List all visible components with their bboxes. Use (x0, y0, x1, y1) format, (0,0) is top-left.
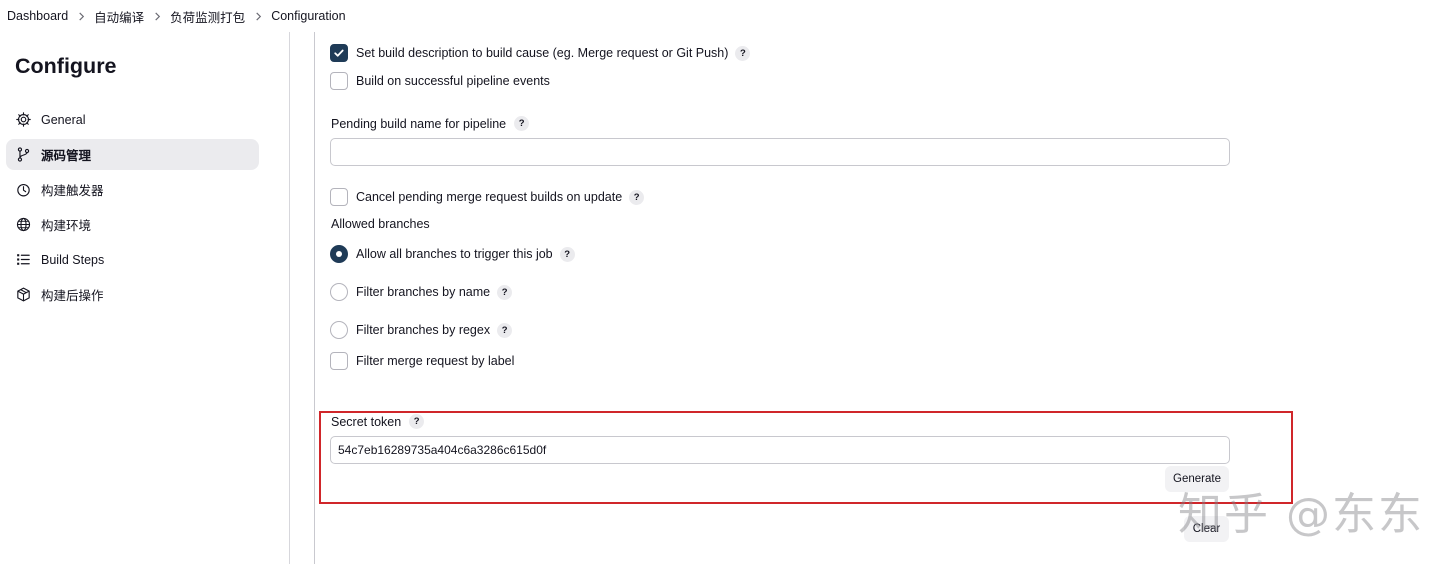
filter-merge-label-label[interactable]: Filter merge request by label (356, 354, 514, 368)
filter-by-regex-row: Filter branches by regex ? (330, 321, 513, 339)
page-title: Configure (15, 54, 117, 78)
help-icon[interactable]: ? (559, 246, 575, 262)
build-on-pipeline-checkbox[interactable] (330, 72, 348, 90)
build-on-pipeline-row: Build on successful pipeline events (330, 72, 550, 90)
pending-build-name-label-row: Pending build name for pipeline ? (331, 116, 530, 131)
gear-icon (15, 111, 33, 129)
filter-by-name-radio[interactable] (330, 283, 348, 301)
cancel-pending-checkbox[interactable] (330, 188, 348, 206)
set-build-description-row: Set build description to build cause (eg… (330, 44, 751, 62)
sidebar-item-label: 构建触发器 (41, 184, 104, 198)
sidebar-item-general[interactable]: General (6, 104, 259, 135)
allowed-branches-label: Allowed branches (331, 217, 430, 231)
chevron-right-icon (68, 11, 94, 21)
package-icon (15, 286, 33, 304)
sidebar-item-source-control[interactable]: 源码管理 (6, 139, 259, 170)
sidebar-item-label: 构建后操作 (41, 289, 104, 303)
filter-by-name-label[interactable]: Filter branches by name (356, 285, 490, 299)
cancel-pending-label[interactable]: Cancel pending merge request builds on u… (356, 190, 622, 204)
cancel-pending-row: Cancel pending merge request builds on u… (330, 188, 645, 206)
filter-by-regex-label[interactable]: Filter branches by regex (356, 323, 490, 337)
allow-all-branches-label[interactable]: Allow all branches to trigger this job (356, 247, 553, 261)
sidebar-item-build-triggers[interactable]: 构建触发器 (6, 174, 259, 205)
help-icon[interactable]: ? (497, 284, 513, 300)
sidebar-item-label: 构建环境 (41, 219, 92, 233)
filter-merge-label-checkbox[interactable] (330, 352, 348, 370)
help-icon[interactable]: ? (497, 322, 513, 338)
pending-build-name-label: Pending build name for pipeline (331, 116, 507, 131)
set-build-description-checkbox[interactable] (330, 44, 348, 62)
filter-by-regex-radio[interactable] (330, 321, 348, 339)
breadcrumb-auto-compile[interactable]: 自动编译 (94, 7, 144, 26)
allow-all-branches-radio[interactable] (330, 245, 348, 263)
help-icon[interactable]: ? (735, 45, 751, 61)
sidebar-item-post-build[interactable]: 构建后操作 (6, 279, 259, 310)
sidebar-item-label: General (41, 112, 86, 127)
set-build-description-label[interactable]: Set build description to build cause (eg… (356, 46, 728, 60)
list-icon (15, 251, 33, 269)
timer-icon (15, 181, 33, 199)
breadcrumb-dashboard[interactable]: Dashboard (7, 9, 68, 23)
sidebar-item-build-environment[interactable]: 构建环境 (6, 209, 259, 240)
breadcrumb-job[interactable]: 负荷监测打包 (170, 7, 245, 26)
help-icon[interactable]: ? (514, 116, 530, 131)
breadcrumb-configuration[interactable]: Configuration (271, 9, 345, 23)
sidebar-item-label: 源码管理 (41, 149, 92, 163)
filter-by-name-row: Filter branches by name ? (330, 283, 513, 301)
secret-token-highlight (319, 411, 1293, 504)
allow-all-branches-row: Allow all branches to trigger this job ? (330, 245, 575, 263)
help-icon[interactable]: ? (629, 189, 645, 205)
sidebar-item-build-steps[interactable]: Build Steps (6, 244, 259, 275)
build-on-pipeline-label[interactable]: Build on successful pipeline events (356, 74, 550, 88)
pending-build-name-input[interactable] (330, 138, 1230, 166)
checkmark-icon (334, 49, 344, 57)
chevron-right-icon (144, 11, 170, 21)
sidebar-item-label: Build Steps (41, 252, 105, 267)
sidebar: Configure General 源码管理 构建触发器 构建环境 Build … (0, 32, 290, 564)
globe-icon (15, 216, 33, 234)
source-branch-icon (15, 146, 33, 164)
breadcrumb: Dashboard 自动编译 负荷监测打包 Configuration (0, 0, 1440, 32)
chevron-right-icon (245, 11, 271, 21)
filter-merge-label-row: Filter merge request by label (330, 352, 514, 370)
watermark: 知乎 @东东 (1178, 489, 1424, 540)
